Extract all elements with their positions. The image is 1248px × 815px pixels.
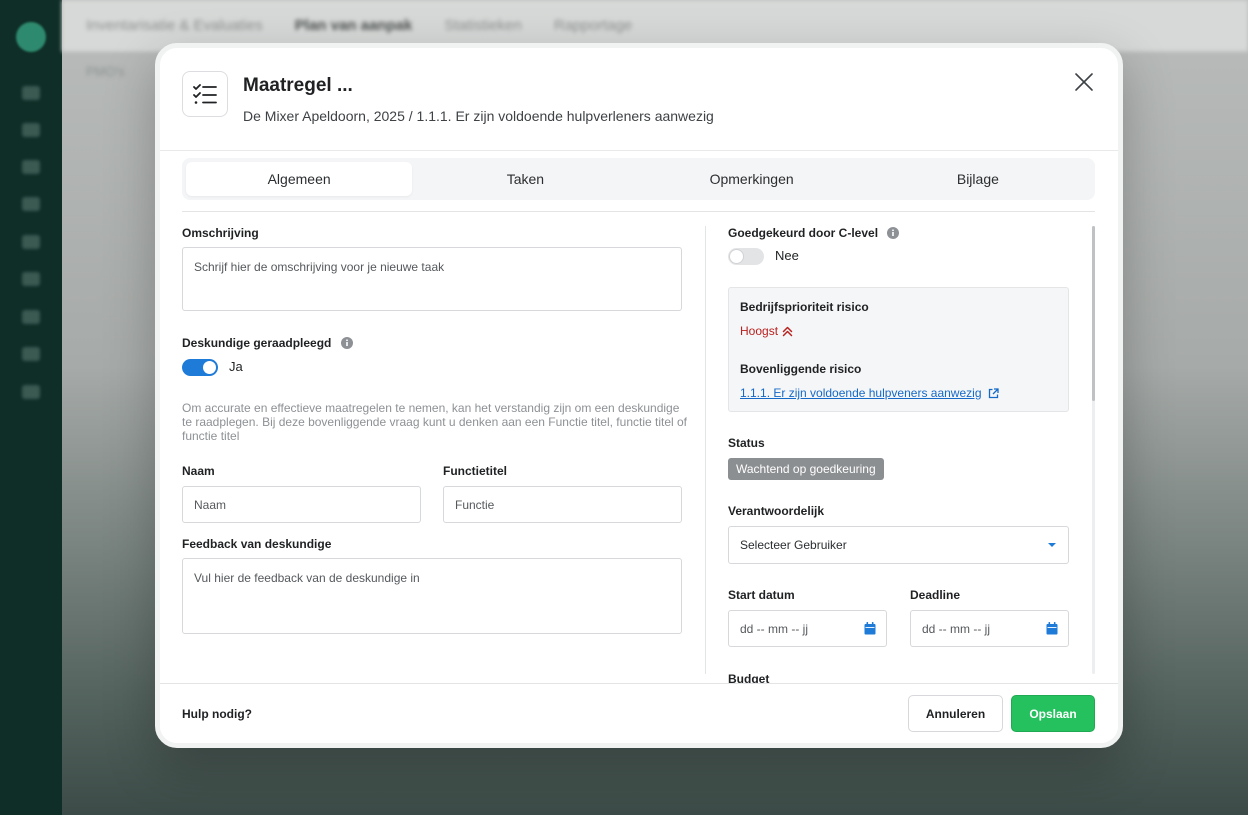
- feedback-label: Feedback van deskundige: [182, 537, 332, 551]
- description-textarea[interactable]: Schrijf hier de omschrijving voor je nie…: [182, 247, 682, 311]
- responsible-select-value: Selecteer Gebruiker: [740, 538, 847, 552]
- calendar-icon[interactable]: [864, 622, 876, 635]
- external-link-icon: [988, 387, 999, 398]
- responsible-label: Verantwoordelijk: [728, 504, 825, 518]
- shield-icon: [22, 123, 40, 137]
- bg-tab-active: Plan van aanpak: [294, 17, 413, 34]
- nav-icon: [22, 160, 40, 174]
- measure-modal: Maatregel ... De Mixer Apeldoorn, 2025 /…: [155, 43, 1123, 748]
- approved-toggle-label: Nee: [775, 248, 799, 263]
- risk-priority-value: Hoogst: [740, 324, 779, 338]
- tab-opmerkingen[interactable]: Opmerkingen: [639, 162, 865, 196]
- column-divider: [705, 226, 706, 674]
- parent-risk-label: Bovenliggende risico: [740, 362, 862, 376]
- info-icon[interactable]: [887, 226, 900, 239]
- app-sidebar: [0, 0, 62, 815]
- home-icon: [22, 86, 40, 100]
- tab-algemeen[interactable]: Algemeen: [186, 162, 413, 196]
- name-input[interactable]: Naam: [182, 486, 421, 523]
- calendar-icon[interactable]: [1046, 622, 1058, 635]
- tab-taken[interactable]: Taken: [412, 162, 638, 196]
- tabs-divider: [182, 211, 1095, 212]
- modal-title: Maatregel ...: [243, 75, 353, 96]
- bg-tab: Inventarisatie & Evaluaties: [86, 17, 263, 34]
- expert-help-text: Om accurate en effectieve maatregelen te…: [182, 401, 688, 443]
- tab-bar: Algemeen Taken Opmerkingen Bijlage: [182, 158, 1095, 200]
- function-label: Functietitel: [443, 464, 508, 478]
- tab-bijlage[interactable]: Bijlage: [865, 162, 1091, 196]
- cancel-button[interactable]: Annuleren: [908, 695, 1003, 732]
- approved-label-text: Goedgekeurd door C-level: [728, 226, 879, 240]
- calendar-icon: [22, 272, 40, 286]
- parent-risk-link-text: 1.1.1. Er zijn voldoende hulpveners aanw…: [740, 386, 982, 400]
- modal-header: Maatregel ... De Mixer Apeldoorn, 2025 /…: [160, 48, 1118, 151]
- expert-label: Deskundige geraadpleegd: [182, 336, 353, 350]
- approved-label: Goedgekeurd door C-level: [728, 226, 900, 240]
- approved-toggle[interactable]: [728, 248, 764, 265]
- status-badge: Wachtend op goedkeuring: [728, 458, 884, 480]
- user-icon: [22, 310, 40, 324]
- expert-toggle[interactable]: [182, 359, 218, 376]
- description-label: Omschrijving: [182, 226, 259, 240]
- expert-label-text: Deskundige geraadpleegd: [182, 336, 332, 350]
- double-chevron-up-icon: [782, 326, 793, 336]
- start-date-input[interactable]: dd -- mm -- jj: [728, 610, 887, 647]
- help-link[interactable]: Hulp nodig?: [182, 707, 252, 721]
- chat-icon: [22, 347, 40, 361]
- app-logo: [16, 22, 46, 52]
- risk-priority-label: Bedrijfsprioriteit risico: [740, 300, 869, 314]
- scrollbar-thumb[interactable]: [1092, 226, 1095, 401]
- parent-risk-link[interactable]: 1.1.1. Er zijn voldoende hulpveners aanw…: [740, 386, 999, 400]
- info-icon[interactable]: [340, 336, 353, 349]
- name-label: Naam: [182, 464, 215, 478]
- bg-tab: Statistieken: [444, 17, 522, 34]
- save-button[interactable]: Opslaan: [1011, 695, 1095, 732]
- deadline-placeholder: dd -- mm -- jj: [922, 621, 990, 636]
- nav-icon: [22, 197, 40, 211]
- nav-icon: [22, 235, 40, 249]
- risk-priority: Hoogst: [740, 324, 793, 338]
- modal-subtitle: De Mixer Apeldoorn, 2025 / 1.1.1. Er zij…: [243, 108, 714, 124]
- risk-info-box: Bedrijfsprioriteit risico Hoogst Bovenli…: [728, 287, 1069, 412]
- checklist-icon: [182, 71, 228, 117]
- start-date-placeholder: dd -- mm -- jj: [740, 621, 808, 636]
- bg-tab: Rapportage: [553, 17, 633, 34]
- deadline-input[interactable]: dd -- mm -- jj: [910, 610, 1069, 647]
- close-icon[interactable]: [1072, 70, 1096, 94]
- breadcrumb: PMO's: [86, 64, 125, 79]
- toggle-knob: [730, 250, 743, 263]
- status-label: Status: [728, 436, 765, 450]
- toggle-knob: [203, 361, 216, 374]
- deadline-label: Deadline: [910, 588, 961, 602]
- caret-down-icon: [1048, 543, 1056, 547]
- start-date-label: Start datum: [728, 588, 795, 602]
- responsible-select[interactable]: Selecteer Gebruiker: [728, 526, 1069, 564]
- feedback-textarea[interactable]: Vul hier de feedback van de deskundige i…: [182, 558, 682, 634]
- card-icon: [22, 385, 40, 399]
- modal-footer: Hulp nodig? Annuleren Opslaan: [160, 683, 1118, 743]
- expert-toggle-label: Ja: [229, 359, 243, 374]
- function-input[interactable]: Functie: [443, 486, 682, 523]
